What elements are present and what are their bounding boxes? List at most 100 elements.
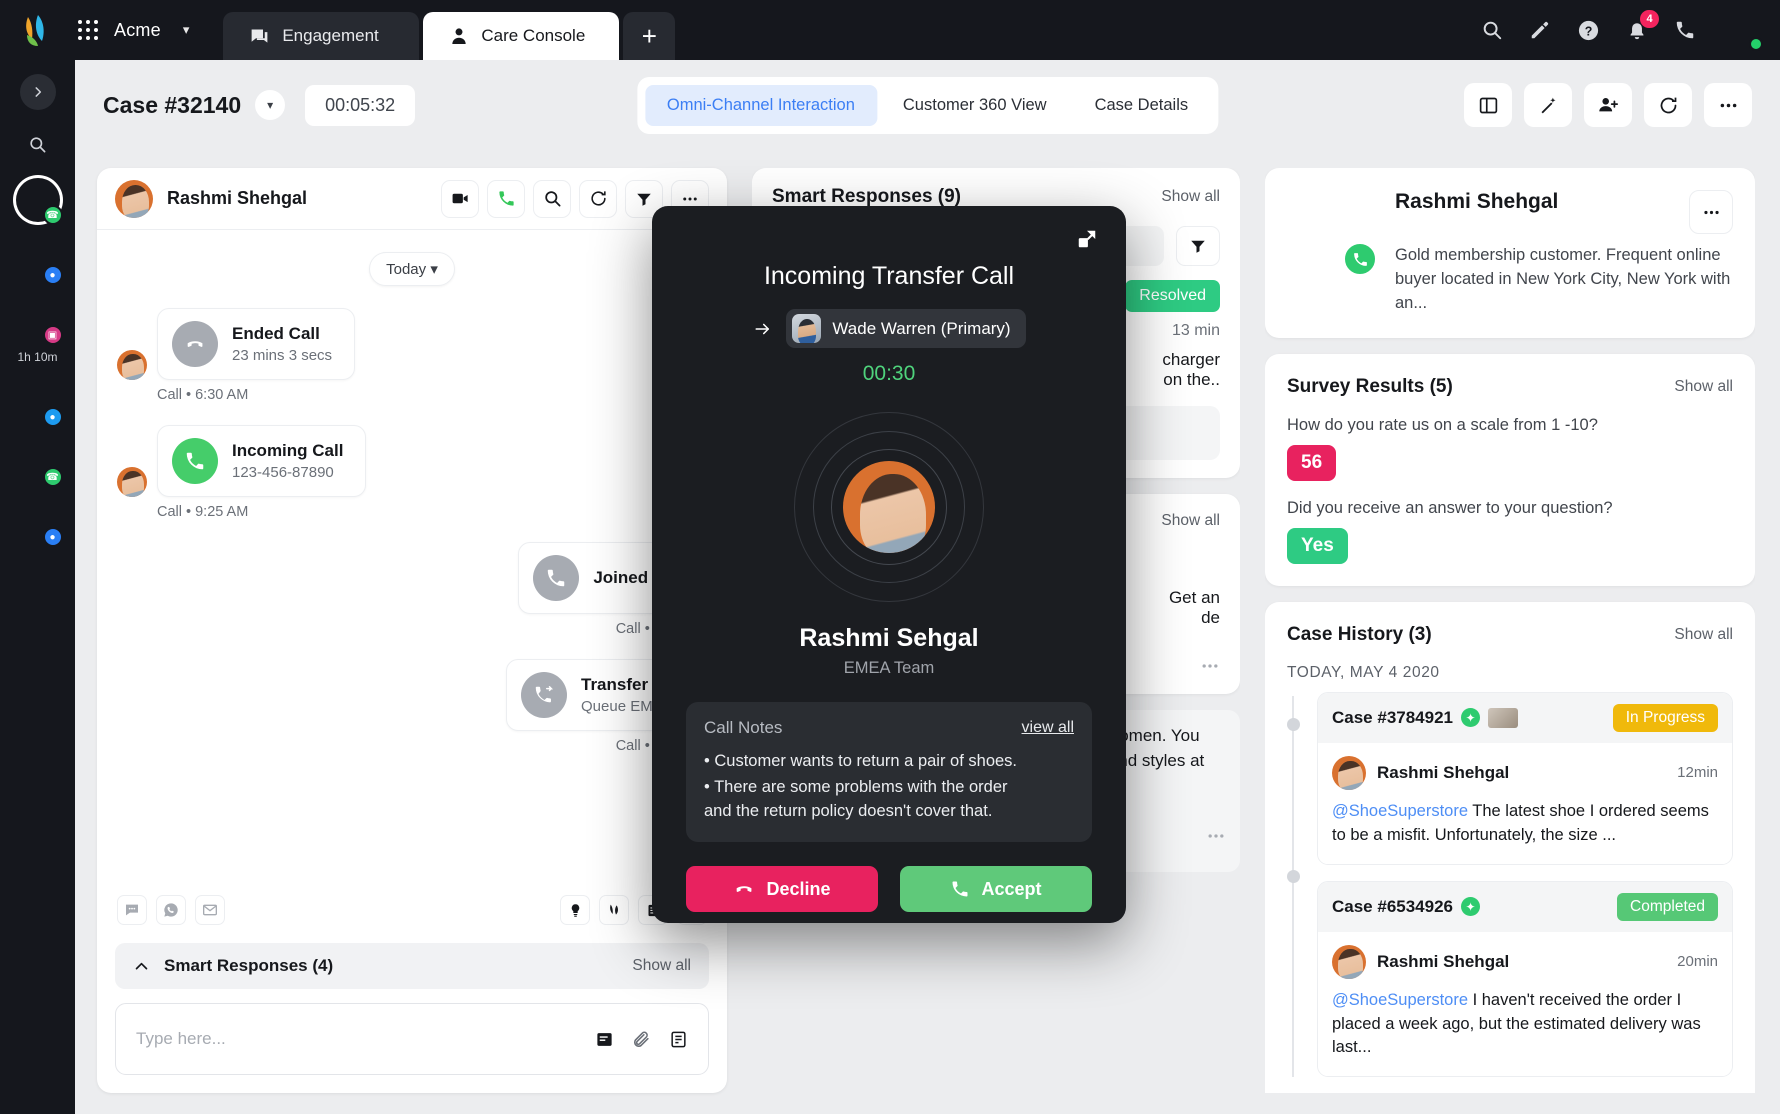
card-header: Survey Results (5) Show all: [1287, 376, 1733, 398]
case-author: Rashmi Shehgal: [1377, 762, 1510, 782]
app-grid-icon[interactable]: [78, 20, 98, 40]
refresh-icon[interactable]: [579, 179, 617, 218]
composer-toolbar: [97, 895, 727, 925]
mention-link[interactable]: @ShoeSuperstore: [1332, 802, 1468, 820]
avatar: [115, 179, 153, 218]
tab-case-details[interactable]: Case Details: [1073, 85, 1211, 126]
edit-icon[interactable]: [1529, 19, 1551, 41]
video-icon[interactable]: [441, 179, 479, 218]
more-icon[interactable]: [1206, 826, 1226, 846]
rail-search-button[interactable]: [20, 126, 56, 162]
sprinklr-logo-icon[interactable]: [18, 11, 56, 49]
split-view-icon[interactable]: [1464, 83, 1512, 127]
decline-button[interactable]: Decline: [686, 866, 878, 912]
message-row: Incoming Call 123-456-87890: [97, 425, 727, 497]
case-history-item[interactable]: Case #3784921 ✦ In Progress Rashmi Shehg…: [1317, 691, 1733, 865]
day-divider[interactable]: Today ▾: [369, 252, 455, 286]
accept-label: Accept: [981, 878, 1042, 899]
attachment-icon[interactable]: [632, 1030, 651, 1049]
more-icon[interactable]: [1689, 190, 1733, 234]
call-note-line: • There are some problems with the order: [704, 777, 1008, 796]
case-history-day-label: TODAY, MAY 4 2020: [1287, 663, 1440, 681]
case-header: Case #32140 ▾ 00:05:32 Omni-Channel Inte…: [75, 60, 1780, 150]
conversation-contact-name: Rashmi Shehgal: [167, 188, 308, 208]
sms-icon[interactable]: [117, 895, 147, 925]
show-all-link[interactable]: Show all: [1674, 378, 1733, 396]
rail-conversation-item[interactable]: ●: [16, 380, 63, 427]
sprinklr-icon[interactable]: [599, 895, 629, 925]
case-history-item[interactable]: Case #6534926 ✦ Completed Rashmi Shehgal…: [1317, 880, 1733, 1078]
template-icon[interactable]: [669, 1030, 688, 1049]
case-history-card: Case History (3) Show all TODAY, MAY 4 2…: [1265, 601, 1755, 1093]
call-icon: [172, 438, 218, 484]
chevron-down-icon[interactable]: ▾: [183, 22, 190, 38]
bell-icon[interactable]: 4: [1626, 10, 1659, 41]
add-tab-button[interactable]: +: [623, 12, 676, 60]
call-title: Incoming Call: [232, 441, 344, 460]
tab-customer-360-view[interactable]: Customer 360 View: [881, 85, 1069, 126]
avatar: [117, 467, 147, 497]
rail-conversation-item[interactable]: ●: [16, 500, 63, 547]
tab-label: Care Console: [481, 26, 586, 45]
survey-answer: 56: [1287, 444, 1337, 481]
accept-button[interactable]: Accept: [900, 866, 1092, 912]
call-icon: [950, 879, 970, 899]
smart-responses-show-all[interactable]: Show all: [632, 957, 691, 975]
mention-link[interactable]: @ShoeSuperstore: [1332, 991, 1468, 1009]
refresh-icon[interactable]: [1644, 83, 1692, 127]
tab-omni-channel-interaction[interactable]: Omni-Channel Interaction: [644, 84, 877, 126]
smart-responses-bar[interactable]: Smart Responses (4) Show all: [115, 943, 709, 989]
survey-results-card: Survey Results (5) Show all How do you r…: [1265, 353, 1755, 586]
rail-expand-button[interactable]: [19, 74, 56, 110]
call-card[interactable]: Incoming Call 123-456-87890: [157, 425, 367, 497]
magic-wand-icon[interactable]: [1524, 83, 1572, 127]
filter-icon[interactable]: [1176, 226, 1220, 266]
case-id: Case #3784921: [1332, 707, 1454, 727]
tab-engagement[interactable]: Engagement: [223, 12, 420, 60]
composer[interactable]: [115, 1003, 709, 1075]
phone-icon[interactable]: [1674, 19, 1696, 41]
timeline-dot: [1287, 717, 1300, 731]
email-icon[interactable]: [195, 895, 225, 925]
add-user-icon[interactable]: [1584, 83, 1632, 127]
show-all-link[interactable]: Show all: [1161, 188, 1220, 206]
survey-answer: Yes: [1287, 527, 1348, 564]
case-history-title: Case History (3): [1287, 623, 1432, 645]
transfer-target-chip[interactable]: Wade Warren (Primary): [786, 309, 1026, 348]
search-icon[interactable]: [1481, 19, 1503, 41]
message-input[interactable]: [136, 1029, 595, 1049]
tab-care-console[interactable]: Care Console: [423, 12, 620, 60]
call-card[interactable]: Ended Call 23 mins 3 secs: [157, 308, 356, 380]
more-icon[interactable]: [1704, 83, 1752, 127]
customer-description: Gold membership customer. Frequent onlin…: [1395, 246, 1731, 312]
call-end-icon: [733, 878, 755, 900]
case-history-timeline: Case #3784921 ✦ In Progress Rashmi Shehg…: [1287, 691, 1733, 1078]
transfer-target-row: Wade Warren (Primary): [686, 309, 1092, 348]
avatar[interactable]: [1722, 10, 1763, 51]
call-note-line: and the return policy doesn't cover that…: [704, 801, 993, 820]
case-history-item-body: Rashmi Shehgal 12min @ShoeSuperstore The…: [1318, 742, 1732, 864]
message-row: Joined Call: [97, 542, 727, 614]
chevron-up-icon[interactable]: [133, 958, 150, 975]
workspace-name[interactable]: Acme: [114, 20, 161, 41]
rail-conversation-item[interactable]: ☎: [16, 178, 63, 225]
view-all-link[interactable]: view all: [1022, 719, 1074, 737]
more-icon[interactable]: [1200, 656, 1220, 676]
case-id: Case #6534926: [1332, 896, 1454, 916]
call-icon[interactable]: [487, 179, 525, 218]
rail-conversation-item[interactable]: ☎: [16, 440, 63, 487]
canned-response-icon[interactable]: [595, 1030, 614, 1049]
search-icon[interactable]: [533, 179, 571, 218]
whatsapp-icon[interactable]: [156, 895, 186, 925]
call-icon: [533, 555, 580, 601]
chevron-down-icon[interactable]: ▾: [255, 90, 286, 120]
rail-conversation-item[interactable]: ●: [16, 238, 63, 285]
rail-conversation-item[interactable]: ▣: [16, 298, 63, 345]
status-badge: Resolved: [1125, 280, 1220, 312]
show-all-link[interactable]: Show all: [1161, 512, 1220, 530]
avatar: [1287, 190, 1377, 278]
expand-icon[interactable]: [1076, 228, 1098, 250]
help-icon[interactable]: ?: [1577, 19, 1600, 42]
show-all-link[interactable]: Show all: [1674, 626, 1733, 644]
idea-icon[interactable]: [560, 895, 590, 925]
